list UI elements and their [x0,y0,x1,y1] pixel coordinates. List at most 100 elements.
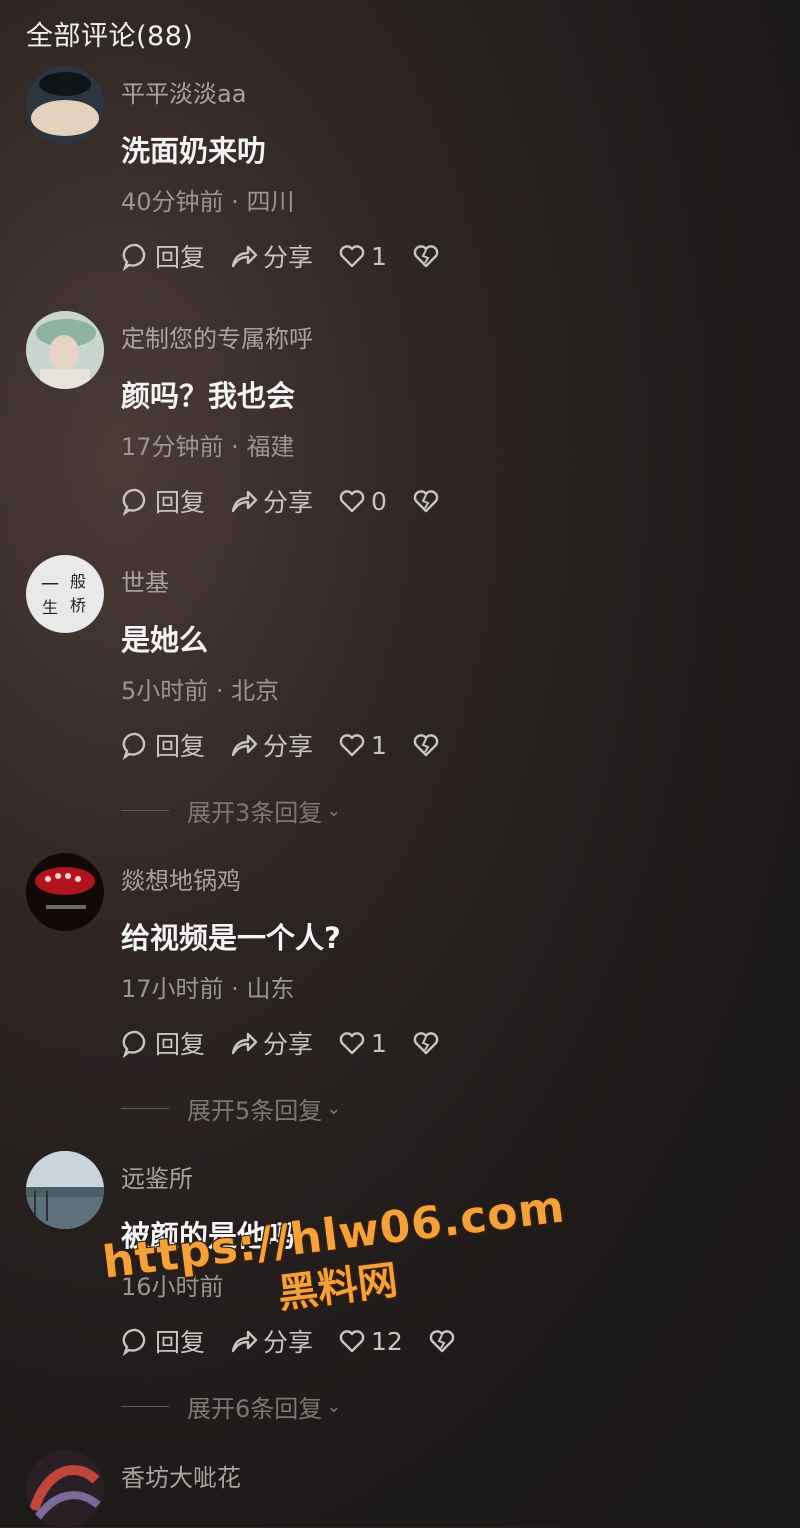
share-arrow-icon [231,490,258,513]
share-arrow-icon [231,734,258,757]
dislike-button[interactable] [411,486,445,516]
comment-location: 山东 [246,975,295,1003]
broken-heart-icon [413,734,439,757]
comment-time: 40分钟前 [121,188,224,216]
comment-item: 平平淡淡aa 洗面奶来叻 40分钟前 · 四川 回复 分享 1 [0,66,800,296]
share-label: 分享 [263,1328,314,1357]
broken-heart-icon [413,490,439,513]
comment-bubble-icon [122,243,146,271]
heart-icon [339,734,365,757]
calligraphy-avatar-art: 一 般 生 桥 [26,555,104,633]
share-label: 分享 [263,243,314,272]
like-button[interactable]: 1 [337,1028,387,1058]
like-count: 1 [371,1028,387,1058]
expand-replies-button[interactable]: 展开5条回复 ⌄ [121,1091,341,1126]
svg-text:一: 一 [41,575,59,596]
heart-icon [339,490,365,513]
comment-actions: 回复 分享 1 [121,727,469,763]
comment-username[interactable]: 远鉴所 [121,1159,193,1194]
reply-button[interactable]: 回复 [121,483,205,519]
share-button[interactable]: 分享 [229,727,313,763]
expand-replies-label: 展开3条回复 [187,799,323,827]
expand-replies-button[interactable]: 展开3条回复 ⌄ [121,793,341,828]
like-count: 1 [371,730,387,760]
like-count: 1 [371,241,387,271]
broken-heart-icon [413,245,439,268]
comment-meta: 17分钟前 · 福建 [121,433,295,461]
comment-actions: 回复 分享 1 [121,1025,469,1061]
comment-username[interactable]: 香坊大呲花 [121,1458,241,1493]
comment-bubble-icon [122,732,146,760]
reply-label: 回复 [155,732,206,761]
broken-heart-icon [413,1032,439,1055]
share-button[interactable]: 分享 [229,483,313,519]
reply-button[interactable]: 回复 [121,727,205,763]
comment-location: 四川 [246,188,295,216]
comment-time: 5小时前 [121,677,209,705]
like-button[interactable]: 1 [337,241,387,271]
reply-label: 回复 [155,1030,206,1059]
share-label: 分享 [263,1030,314,1059]
expand-replies-label: 展开5条回复 [187,1097,323,1125]
dislike-button[interactable] [411,730,445,760]
comment-text: 是她么 [121,623,209,657]
dislike-button[interactable] [411,1028,445,1058]
avatar[interactable] [26,66,104,144]
avatar[interactable] [26,1450,104,1528]
avatar[interactable] [26,853,104,931]
reply-button[interactable]: 回复 [121,238,205,274]
avatar[interactable] [26,1151,104,1229]
comment-item: 定制您的专属称呼 颜吗？我也会 17分钟前 · 福建 回复 分享 0 [0,311,800,541]
comment-text: 给视频是一个人? [121,921,341,955]
comment-location: 北京 [231,677,280,705]
share-button[interactable]: 分享 [229,238,313,274]
comment-actions: 回复 分享 1 [121,238,469,274]
share-arrow-icon [231,1032,258,1055]
chevron-down-icon: ⌄ [326,1098,342,1119]
comment-username[interactable]: 燚想地锅鸡 [121,861,241,896]
chevron-down-icon: ⌄ [326,1396,342,1417]
comment-item: 一 般 生 桥 世基 是她么 5小时前 · 北京 回复 分享 1 展开3条回复 ⌄ [0,555,800,835]
like-button[interactable]: 1 [337,730,387,760]
comment-meta: 5小时前 · 北京 [121,677,280,705]
dislike-button[interactable] [411,241,445,271]
svg-text:生: 生 [42,598,58,617]
share-label: 分享 [263,732,314,761]
comment-location: 福建 [246,433,295,461]
like-count: 12 [371,1326,403,1356]
svg-text:般: 般 [70,572,86,591]
comment-item: 香坊大呲花 [0,1450,800,1528]
dislike-button[interactable] [427,1326,461,1356]
share-button[interactable]: 分享 [229,1025,313,1061]
avatar[interactable] [26,311,104,389]
expand-replies-button[interactable]: 展开6条回复 ⌄ [121,1389,341,1424]
comment-text: 颜吗？我也会 [121,379,296,413]
avatar[interactable]: 一 般 生 桥 [26,555,104,633]
comment-time: 17小时前 [121,975,224,1003]
like-button[interactable]: 12 [337,1326,403,1356]
chevron-down-icon: ⌄ [326,800,342,821]
share-label: 分享 [263,488,314,517]
comment-meta: 40分钟前 · 四川 [121,188,295,216]
like-button[interactable]: 0 [337,486,387,516]
like-count: 0 [371,486,387,516]
heart-icon [339,1032,365,1055]
svg-text:桥: 桥 [70,596,86,615]
comment-username[interactable]: 世基 [121,563,169,598]
comment-meta: 17小时前 · 山东 [121,975,295,1003]
share-button[interactable]: 分享 [229,1323,313,1359]
reply-label: 回复 [155,488,206,517]
comment-bubble-icon [122,1030,146,1058]
comment-username[interactable]: 平平淡淡aa [121,74,246,109]
heart-icon [339,1330,365,1353]
reply-button[interactable]: 回复 [121,1025,205,1061]
comment-username[interactable]: 定制您的专属称呼 [121,319,313,354]
expand-replies-label: 展开6条回复 [187,1395,323,1423]
heart-icon [339,245,365,268]
comment-item: 燚想地锅鸡 给视频是一个人? 17小时前 · 山东 回复 分享 1 展开5条回复… [0,853,800,1133]
share-arrow-icon [231,245,258,268]
reply-label: 回复 [155,243,206,272]
broken-heart-icon [429,1330,455,1353]
comment-bubble-icon [122,488,146,516]
share-arrow-icon [231,1330,258,1353]
